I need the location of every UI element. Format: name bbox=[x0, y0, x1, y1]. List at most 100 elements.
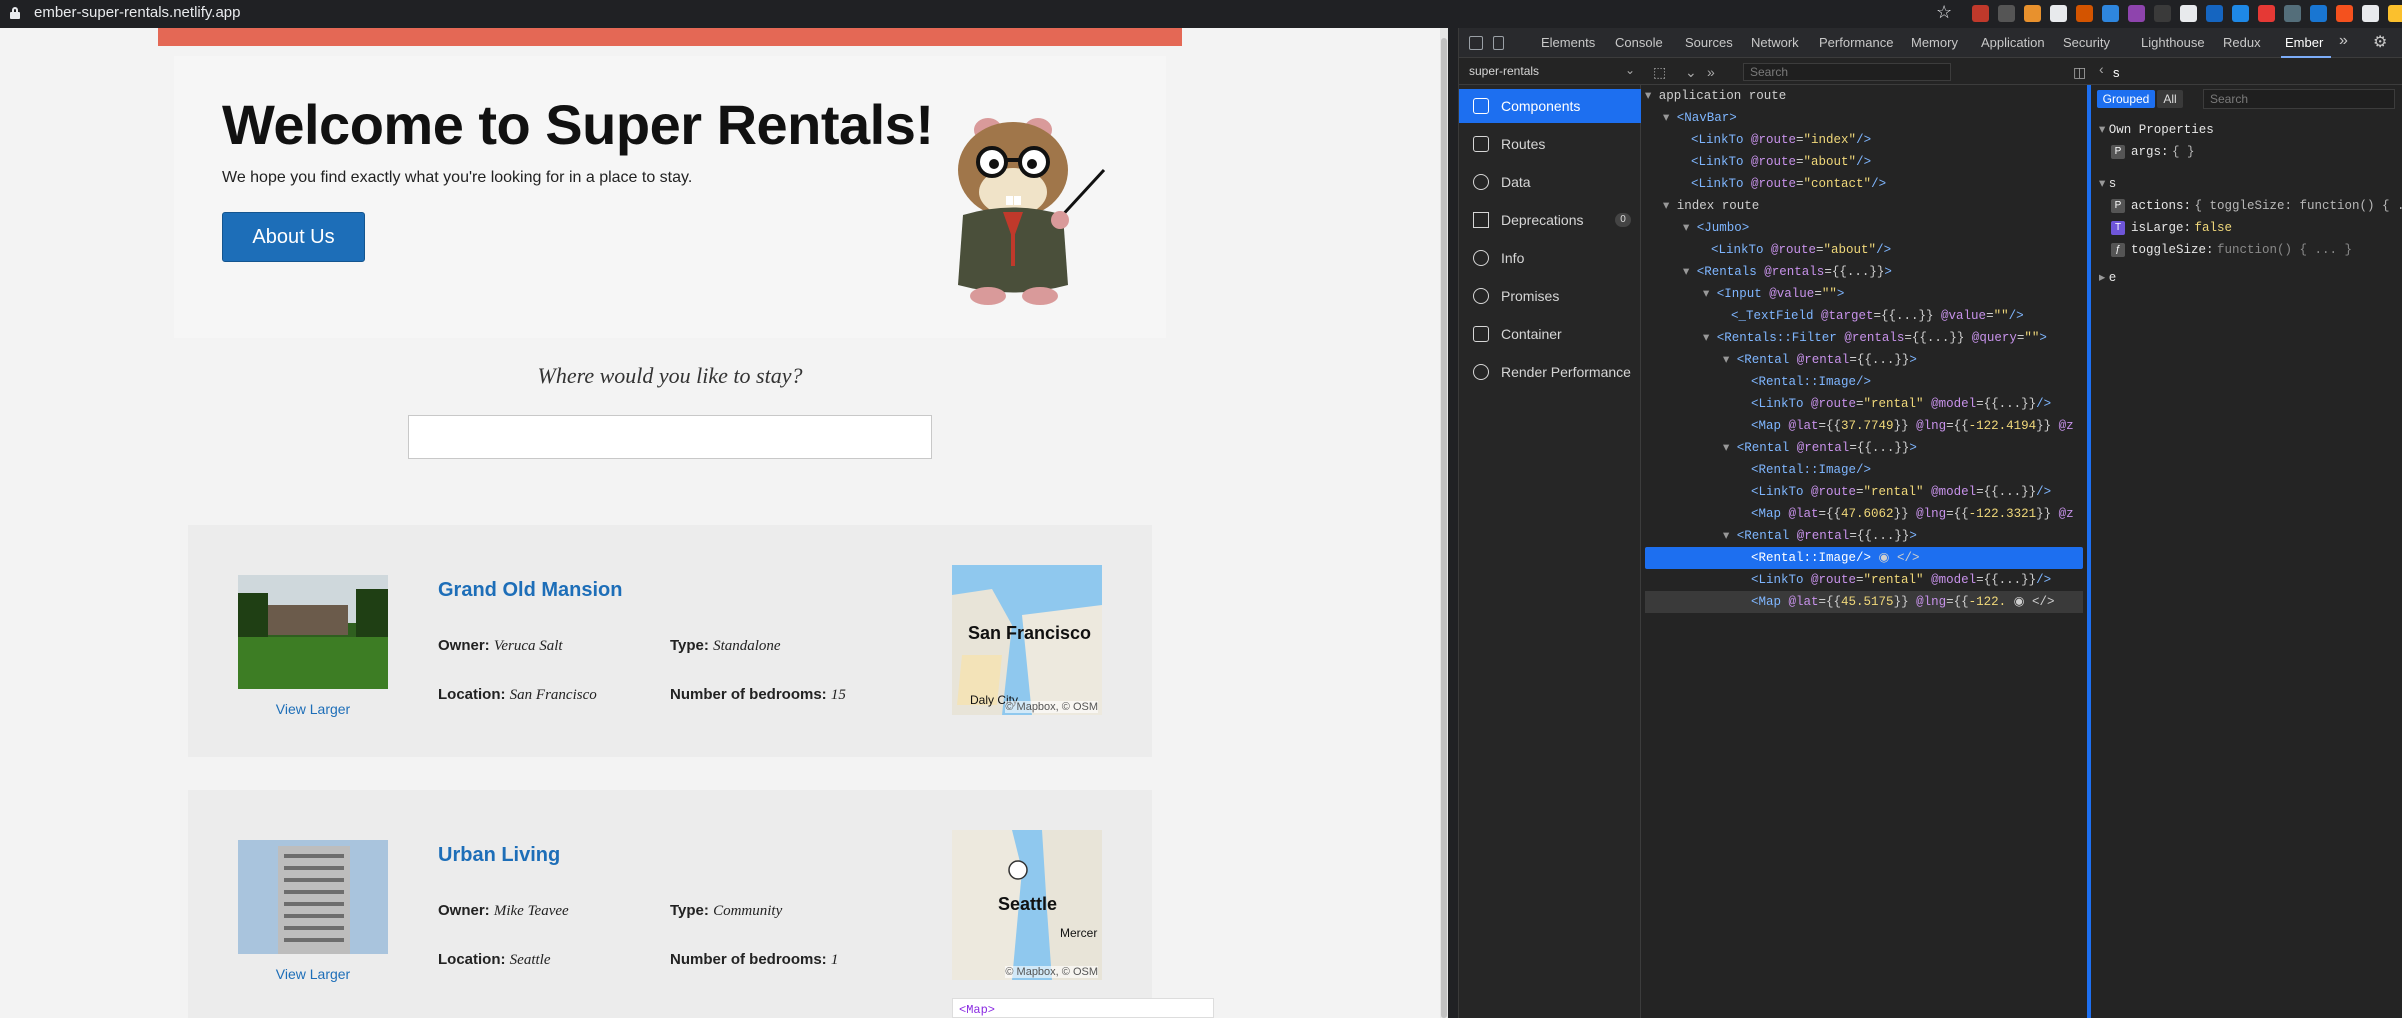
section-own-properties[interactable]: ▾ Own Properties bbox=[2099, 119, 2214, 139]
tab-security[interactable]: Security bbox=[2063, 35, 2110, 50]
tree-row[interactable]: ▾ <Rental @rental={{...}}> bbox=[1645, 349, 2083, 371]
tree-row[interactable]: <LinkTo @route="contact"/> bbox=[1645, 173, 2083, 195]
extension-icon[interactable] bbox=[1998, 5, 2015, 22]
tree-row[interactable]: <_TextField @target={{...}} @value=""/> bbox=[1645, 305, 2083, 327]
extension-icon[interactable] bbox=[1972, 5, 1989, 22]
extension-icon[interactable] bbox=[2310, 5, 2327, 22]
property-row[interactable]: ƒ toggleSize: function() { ... } bbox=[2111, 239, 2352, 259]
extension-icon[interactable] bbox=[2102, 5, 2119, 22]
rental-map[interactable]: Seattle Mercer © Mapbox, © OSM bbox=[952, 830, 1102, 980]
scrollbar-thumb[interactable] bbox=[1441, 38, 1447, 1018]
rental-title[interactable]: Urban Living bbox=[438, 844, 560, 867]
chevron-down-icon[interactable]: ⌄ bbox=[1625, 63, 1635, 77]
bookmark-star-icon[interactable]: ☆ bbox=[1936, 2, 1952, 23]
tab-ember[interactable]: Ember bbox=[2285, 35, 2323, 50]
tree-row[interactable]: ▾ <Rentals::Filter @rentals={{...}} @que… bbox=[1645, 327, 2083, 349]
tree-row[interactable]: <Map @lat={{47.6062}} @lng={{-122.3321}}… bbox=[1645, 503, 2083, 525]
section-s[interactable]: ▾ s bbox=[2099, 173, 2116, 193]
expand-all-icon[interactable]: ⌄ bbox=[1685, 64, 1697, 81]
extension-icon[interactable] bbox=[2024, 5, 2041, 22]
tree-row[interactable]: ▾ <NavBar> bbox=[1645, 107, 2083, 129]
tree-row[interactable]: <LinkTo @route="rental" @model={{...}}/> bbox=[1645, 481, 2083, 503]
property-row[interactable]: TisLarge: false bbox=[2111, 217, 2232, 237]
tree-row-selected[interactable]: <Rental::Image/> ◉ </> bbox=[1645, 547, 2083, 569]
extension-icon[interactable] bbox=[2388, 5, 2402, 22]
tab-redux[interactable]: Redux bbox=[2223, 35, 2261, 50]
rental-image[interactable] bbox=[238, 840, 388, 954]
extension-icon[interactable] bbox=[2258, 5, 2275, 22]
extension-icon[interactable] bbox=[2362, 5, 2379, 22]
component-search-input[interactable]: Search bbox=[1743, 63, 1951, 81]
tab-lighthouse[interactable]: Lighthouse bbox=[2141, 35, 2205, 50]
extension-icon[interactable] bbox=[2076, 5, 2093, 22]
tab-memory[interactable]: Memory bbox=[1911, 35, 1958, 50]
app-select[interactable]: super-rentals bbox=[1469, 64, 1539, 78]
sidebar-item-routes[interactable]: Routes bbox=[1459, 127, 1641, 161]
toggle-inspector-icon[interactable]: ◫ bbox=[2073, 64, 2086, 81]
property-value[interactable]: false bbox=[2195, 221, 2233, 235]
search-input[interactable] bbox=[408, 415, 932, 459]
tree-row[interactable]: <Rental::Image/> bbox=[1645, 459, 2083, 481]
tab-elements[interactable]: Elements bbox=[1541, 35, 1595, 50]
device-toolbar-icon[interactable] bbox=[1493, 36, 1504, 50]
sidebar-item-info[interactable]: Info bbox=[1459, 241, 1641, 275]
tree-row[interactable]: ▾ <Rental @rental={{...}}> bbox=[1645, 525, 2083, 547]
tab-performance[interactable]: Performance bbox=[1819, 35, 1893, 50]
property-search-input[interactable]: Search bbox=[2203, 89, 2395, 109]
tabs-overflow-icon[interactable]: » bbox=[2339, 32, 2348, 50]
sidebar-item-components[interactable]: Components bbox=[1459, 89, 1641, 123]
tab-console[interactable]: Console bbox=[1615, 35, 1663, 50]
rental-map[interactable]: San Francisco Daly City © Mapbox, © OSM bbox=[952, 565, 1102, 715]
inspect-element-icon[interactable] bbox=[1469, 36, 1483, 50]
collapse-all-icon[interactable]: » bbox=[1707, 64, 1715, 80]
extension-icon[interactable] bbox=[2050, 5, 2067, 22]
grouped-toggle-button[interactable]: Grouped bbox=[2097, 90, 2155, 108]
url-text[interactable]: ember-super-rentals.netlify.app bbox=[34, 4, 240, 21]
sidebar-item-deprecations[interactable]: Deprecations 0 bbox=[1459, 203, 1641, 237]
tab-network[interactable]: Network bbox=[1751, 35, 1799, 50]
tree-row[interactable]: ▾ <Rentals @rentals={{...}}> bbox=[1645, 261, 2083, 283]
tree-row[interactable]: ▾ <Jumbo> bbox=[1645, 217, 2083, 239]
extension-icon[interactable] bbox=[2128, 5, 2145, 22]
extension-icon[interactable] bbox=[2284, 5, 2301, 22]
extension-icon[interactable] bbox=[2232, 5, 2249, 22]
tree-row[interactable]: <LinkTo @route="rental" @model={{...}}/> bbox=[1645, 393, 2083, 415]
property-row[interactable]: Pargs: { } bbox=[2111, 141, 2195, 161]
extension-icon[interactable] bbox=[2180, 5, 2197, 22]
sidebar-item-promises[interactable]: Promises bbox=[1459, 279, 1641, 313]
extension-icon[interactable] bbox=[2154, 5, 2171, 22]
rental-title[interactable]: Grand Old Mansion bbox=[438, 579, 622, 602]
tree-row[interactable]: <LinkTo @route="about"/> bbox=[1645, 151, 2083, 173]
tree-row[interactable]: ▾ <Input @value=""> bbox=[1645, 283, 2083, 305]
tree-row[interactable]: <LinkTo @route="about"/> bbox=[1645, 239, 2083, 261]
tree-row[interactable]: ▾ application route bbox=[1645, 85, 2083, 107]
sidebar-item-data[interactable]: Data bbox=[1459, 165, 1641, 199]
property-row[interactable]: Pactions: { toggleSize: function() { . bbox=[2111, 195, 2402, 215]
sidebar-item-container[interactable]: Container bbox=[1459, 317, 1641, 351]
section-e[interactable]: ▸ e bbox=[2099, 267, 2116, 287]
tab-application[interactable]: Application bbox=[1981, 35, 2045, 50]
extension-icon[interactable] bbox=[2206, 5, 2223, 22]
tree-row[interactable]: ▾ index route bbox=[1645, 195, 2083, 217]
about-us-button[interactable]: About Us bbox=[222, 212, 365, 262]
tree-row[interactable]: <Map @lat={{37.7749}} @lng={{-122.4194}}… bbox=[1645, 415, 2083, 437]
rental-image[interactable] bbox=[238, 575, 388, 689]
settings-gear-icon[interactable]: ⚙ bbox=[2373, 32, 2387, 52]
tree-row[interactable]: <LinkTo @route="rental" @model={{...}}/> bbox=[1645, 569, 2083, 591]
sidebar-item-render-performance[interactable]: Render Performance bbox=[1459, 355, 1641, 389]
eye-icon[interactable]: ◉ bbox=[1871, 551, 1897, 565]
page-scrollbar[interactable] bbox=[1440, 28, 1448, 1018]
extension-icon[interactable] bbox=[2336, 5, 2353, 22]
tree-row[interactable]: <LinkTo @route="index"/> bbox=[1645, 129, 2083, 151]
tab-sources[interactable]: Sources bbox=[1685, 35, 1733, 50]
tree-row[interactable]: <Rental::Image/> bbox=[1645, 371, 2083, 393]
view-larger-link[interactable]: View Larger bbox=[238, 701, 388, 717]
code-icon[interactable]: </> bbox=[1897, 551, 1920, 565]
inspect-component-icon[interactable]: ⬚ bbox=[1653, 64, 1666, 81]
tree-row[interactable]: ▾ <Rental @rental={{...}}> bbox=[1645, 437, 2083, 459]
code-icon[interactable]: </> bbox=[2032, 595, 2055, 609]
back-arrow-icon[interactable]: ‹ bbox=[2099, 61, 2104, 77]
view-larger-link[interactable]: View Larger bbox=[238, 966, 388, 982]
all-toggle-button[interactable]: All bbox=[2157, 90, 2183, 108]
eye-icon[interactable]: ◉ bbox=[2006, 595, 2032, 609]
